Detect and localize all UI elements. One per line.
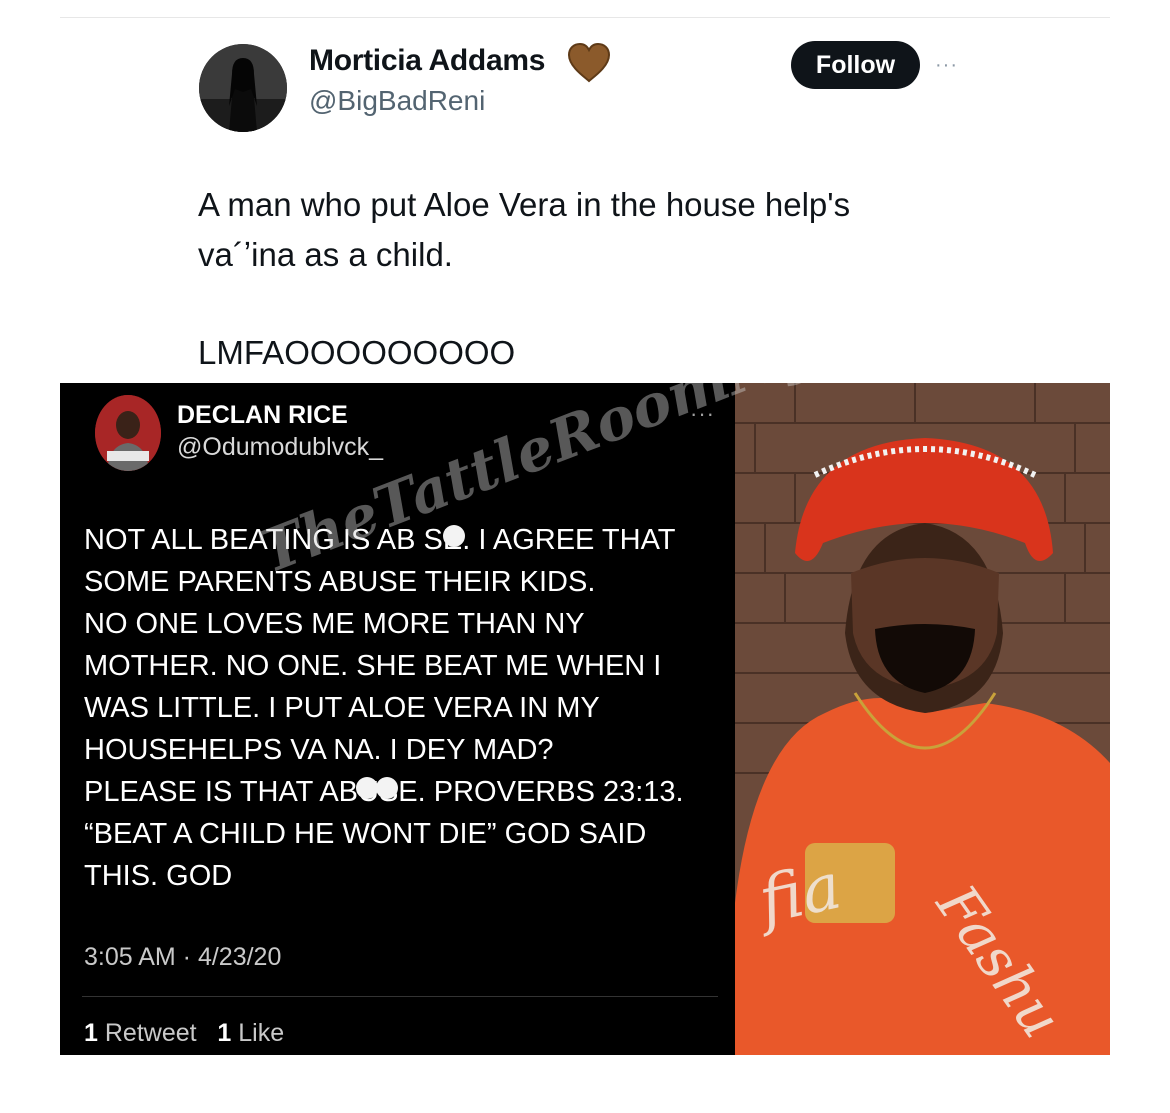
- embedded-text-line: “BEAT A CHILD HE WONT DIE” GOD SAID: [84, 818, 647, 850]
- embedded-text-line: WAS LITTLE. I PUT ALOE VERA IN MY: [84, 692, 600, 724]
- follow-button[interactable]: Follow: [791, 41, 920, 89]
- author-avatar[interactable]: [199, 44, 287, 132]
- censor-blur: [356, 777, 378, 799]
- censor-blur: [443, 525, 465, 547]
- embedded-author-name: DECLAN RICE: [177, 401, 348, 429]
- brown-heart-icon: [567, 43, 611, 83]
- embedded-text-line: PLEASE IS THAT ABUSE. PROVERBS 23:13.: [84, 776, 684, 808]
- embedded-author-handle: @Odumodublvck_: [177, 433, 384, 461]
- embedded-text-line: MOTHER. NO ONE. SHE BEAT ME WHEN I: [84, 650, 662, 682]
- embedded-divider: [82, 996, 718, 997]
- embedded-timestamp: 3:05 AM · 4/23/20: [84, 943, 282, 971]
- embedded-text-line: THIS. GOD: [84, 860, 233, 892]
- like-count: 1: [217, 1019, 232, 1047]
- embedded-text-line: SOME PARENTS ABUSE THEIR KIDS.: [84, 566, 596, 598]
- man-in-orange-hoodie-photo: fia Fashu: [735, 383, 1110, 1055]
- retweet-count: 1: [84, 1019, 98, 1047]
- tweet-text-line-1: A man who put Aloe Vera in the house hel…: [198, 186, 851, 223]
- more-dots-icon[interactable]: ···: [935, 54, 958, 77]
- like-label: Like: [238, 1019, 285, 1047]
- author-handle[interactable]: @BigBadReni: [309, 85, 485, 117]
- embedded-author-avatar: [95, 395, 161, 471]
- tweet-text-line-3: LMFAOOOOOOOOO: [198, 334, 516, 371]
- embedded-tweet-text: NOT ALL BEATING IS AB SE. I AGREE THAT S…: [84, 519, 724, 897]
- embedded-tweet-image: fia Fashu DECLAN RICE @Odumodublvck_ ···…: [60, 383, 1110, 1055]
- tweet-text-line-2: va´ʼina as a child.: [198, 236, 453, 273]
- censor-blur: [376, 777, 398, 799]
- embedded-text-line: HOUSEHELPS VA NA. I DEY MAD?: [84, 734, 554, 766]
- embedded-text-line: NO ONE LOVES ME MORE THAN NY: [84, 608, 585, 640]
- embedded-stats: 1 Retweet 1 Like: [84, 1019, 284, 1048]
- top-divider: [60, 17, 1110, 18]
- author-display-name[interactable]: Morticia Addams: [309, 44, 545, 78]
- retweet-label: Retweet: [104, 1019, 197, 1047]
